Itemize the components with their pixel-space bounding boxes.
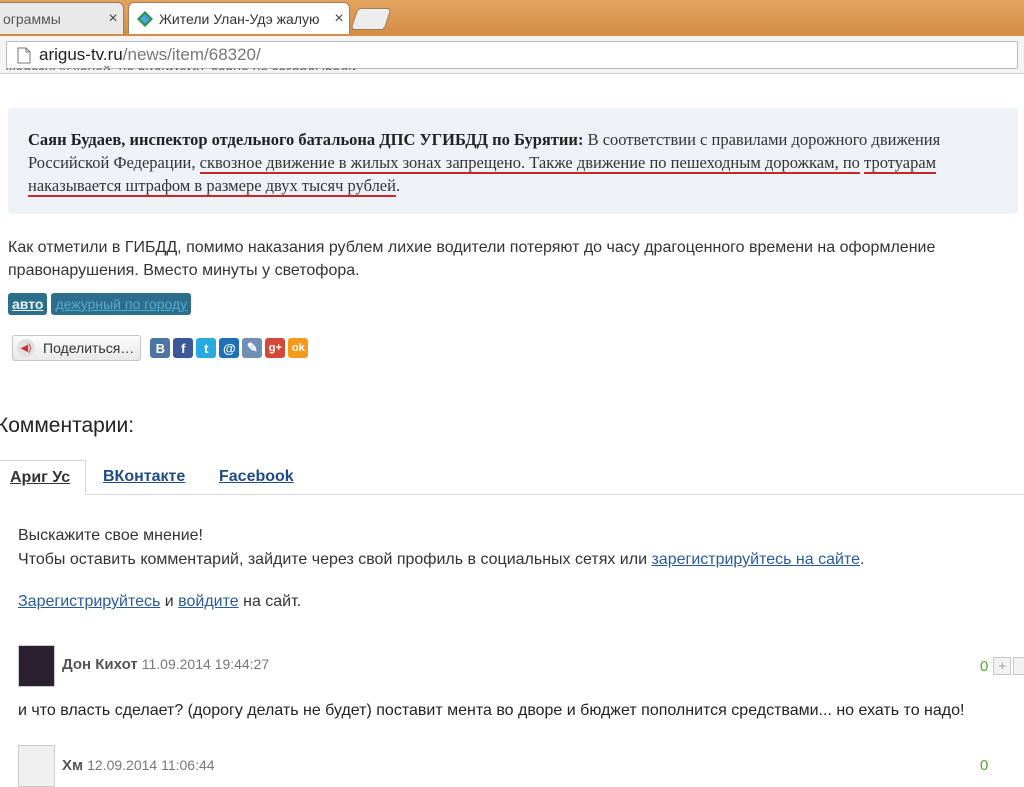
register-link[interactable]: Зарегистрируйтесь [18,593,160,610]
speaker-icon: ◀) [17,339,35,357]
tab-title: ограммы [3,10,61,27]
comment-invite: Выскажите свое мнение! Чтобы оставить ко… [18,524,864,572]
invite-line-1: Выскажите свое мнение! [18,527,203,544]
vote-plus-button[interactable]: + [993,657,1012,675]
vkontakte-icon[interactable]: B [150,338,171,358]
comment-tabs: Ариг Ус ВКонтакте Facebook [0,460,1024,495]
tab-vkontakte[interactable]: ВКонтакте [103,460,185,494]
invite-text: Чтобы оставить комментарий, зайдите чере… [18,551,652,568]
site-favicon-icon [137,10,153,27]
new-tab-button[interactable] [350,8,392,30]
livejournal-icon[interactable]: ✎ [242,338,263,358]
comment-header: Дон Кихот 11.09.2014 19:44:27 [62,656,269,673]
close-icon[interactable]: × [103,10,123,28]
comment-header: Хм 12.09.2014 11:06:44 [62,757,215,774]
twitter-icon[interactable]: t [196,338,217,358]
register-on-site-link[interactable]: зарегистрируйтесь на сайте [651,551,860,568]
vote-controls: 0 [980,757,991,774]
mailru-icon[interactable]: @ [219,338,240,358]
quote-end: . [395,176,401,195]
login-link[interactable]: войдите [178,593,238,610]
register-login-line: Зарегистрируйтесь и войдите на сайт. [18,593,301,611]
vote-minus-button[interactable] [1013,657,1024,675]
comment-author[interactable]: Дон Кихот [62,656,138,673]
tag-list: авто дежурный по городу [8,293,192,315]
comment-author[interactable]: Хм [62,757,83,774]
vote-controls: 0 + [980,657,1024,675]
share-button[interactable]: ◀) Поделиться… [12,335,142,361]
browser-tab-active[interactable]: Жители Улан-Удэ жалую × [128,2,350,34]
tab-facebook[interactable]: Facebook [219,460,294,494]
invite-line-2: Чтобы оставить комментарий, зайдите чере… [18,548,864,572]
quote-speaker: Саян Будаев, инспектор отдельного баталь… [28,130,578,149]
avatar[interactable] [18,645,55,687]
share-bar: ◀) Поделиться… B f t @ ✎ g+ ok [12,335,309,361]
browser-tab-programs[interactable]: ограммы × [0,2,124,34]
tag-auto[interactable]: авто [8,293,48,315]
close-icon[interactable]: × [329,10,349,28]
site-text: на сайт. [238,593,302,610]
cutoff-text: железных коней, но видимому, давно не за… [6,58,360,70]
tag-duty[interactable]: дежурный по городу [51,293,192,315]
vote-count: 0 [980,657,989,675]
comment-text: и что власть сделает? (дорогу делать не … [18,702,965,719]
comment-date: 12.09.2014 11:06:44 [87,757,215,773]
comment-date: 11.09.2014 19:44:27 [141,656,270,672]
odnoklassniki-icon[interactable]: ok [288,338,309,358]
tab-arig-us[interactable]: Ариг Ус [0,460,86,495]
facebook-icon[interactable]: f [173,338,194,358]
google-plus-icon[interactable]: g+ [265,338,286,358]
tab-title: Жители Улан-Удэ жалую [159,10,320,27]
browser-tab-bar: ограммы × Жители Улан-Удэ жалую × [0,0,1024,36]
quote-underlined-text: сквозное движение в жилых зонах запрещен… [199,153,860,174]
quote-block: Саян Будаев, инспектор отдельного баталь… [8,108,1018,214]
invite-end: . [859,551,865,568]
vote-count: 0 [980,757,989,774]
share-label: Поделиться… [43,340,135,356]
and-text: и [160,593,179,610]
comments-title: Комментарии: [0,414,135,437]
article-paragraph: Как отметили в ГИБДД, помимо наказания р… [8,239,936,279]
avatar[interactable] [18,745,55,787]
